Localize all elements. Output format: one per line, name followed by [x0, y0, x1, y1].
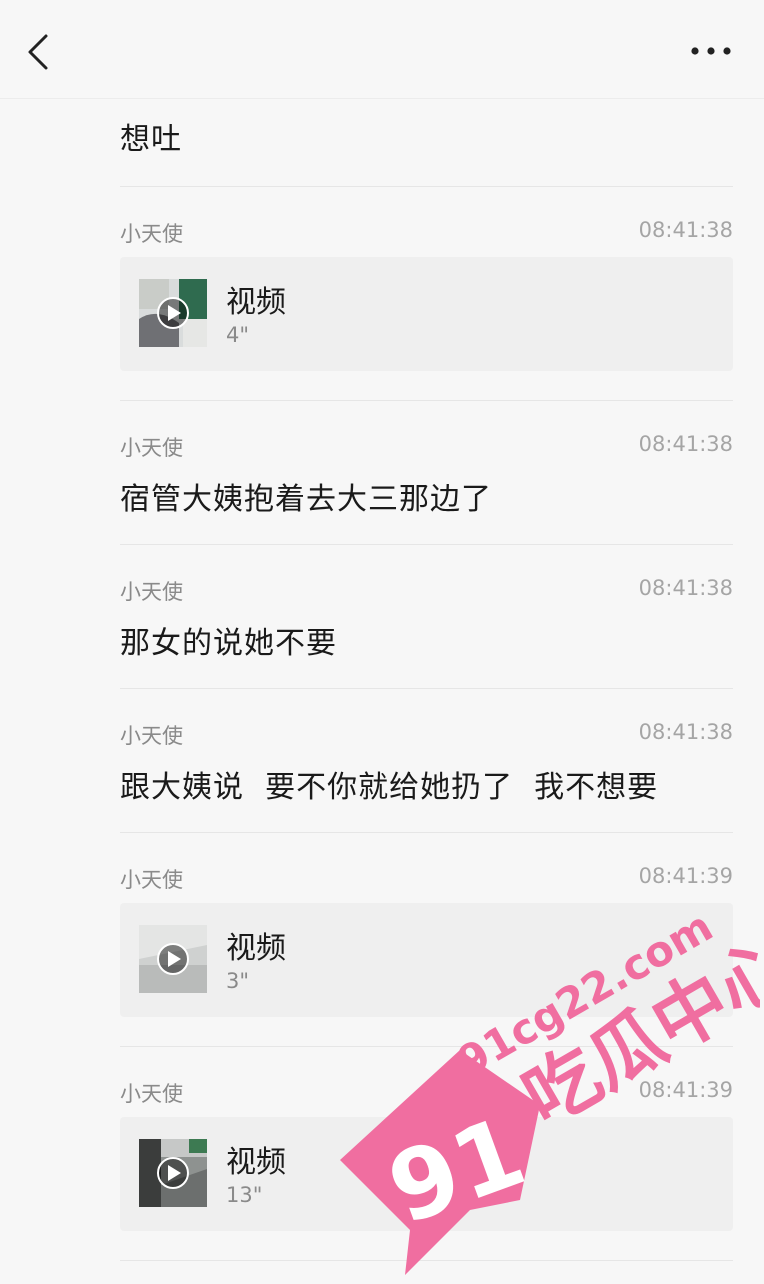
chat-record-list: 想吐 小天使 08:41:38 视频 4" 小天使 08:41:38 宿管大姨抱…	[0, 98, 764, 1261]
sender-name: 小天使	[120, 724, 183, 748]
chevron-left-icon	[28, 34, 48, 70]
list-item: 小天使 08:41:38 宿管大姨抱着去大三那边了	[120, 401, 733, 545]
list-item: 想吐	[120, 98, 733, 187]
list-item: 小天使 08:41:38 视频 4"	[120, 187, 733, 401]
sender-name: 小天使	[120, 222, 183, 246]
list-item: 小天使 08:41:39 视频 3"	[120, 833, 733, 1047]
list-item: 小天使 08:41:38 跟大姨说 要不你就给她扔了 我不想要	[120, 689, 733, 833]
video-thumbnail	[139, 1139, 207, 1207]
play-icon	[157, 297, 189, 329]
video-message-card[interactable]: 视频 4"	[120, 257, 733, 371]
video-duration: 3"	[226, 969, 250, 993]
video-thumbnail	[139, 925, 207, 993]
list-item: 小天使 08:41:39 视频 13"	[120, 1047, 733, 1261]
message-time: 08:41:39	[638, 1078, 733, 1102]
play-icon	[157, 943, 189, 975]
list-item: 小天使 08:41:38 那女的说她不要	[120, 545, 733, 689]
message-text: 跟大姨说 要不你就给她扔了 我不想要	[120, 770, 659, 805]
video-duration: 13"	[226, 1183, 263, 1207]
video-label: 视频	[226, 285, 286, 320]
play-icon	[157, 1157, 189, 1189]
message-time: 08:41:39	[638, 864, 733, 888]
message-time: 08:41:38	[638, 432, 733, 456]
video-label: 视频	[226, 931, 286, 966]
more-options-button[interactable]	[688, 36, 734, 66]
message-text: 那女的说她不要	[120, 626, 337, 661]
video-message-card[interactable]: 视频 13"	[120, 1117, 733, 1231]
more-horizontal-icon	[691, 47, 731, 55]
message-time: 08:41:38	[638, 218, 733, 242]
sender-name: 小天使	[120, 1082, 183, 1106]
message-text: 宿管大姨抱着去大三那边了	[120, 482, 492, 517]
video-label: 视频	[226, 1145, 286, 1180]
sender-name: 小天使	[120, 580, 183, 604]
video-duration: 4"	[226, 323, 250, 347]
video-message-card[interactable]: 视频 3"	[120, 903, 733, 1017]
message-time: 08:41:38	[638, 576, 733, 600]
message-text: 想吐	[120, 122, 182, 157]
back-button[interactable]	[22, 30, 62, 74]
top-bar	[0, 0, 764, 99]
sender-name: 小天使	[120, 868, 183, 892]
video-thumbnail	[139, 279, 207, 347]
sender-name: 小天使	[120, 436, 183, 460]
message-time: 08:41:38	[638, 720, 733, 744]
